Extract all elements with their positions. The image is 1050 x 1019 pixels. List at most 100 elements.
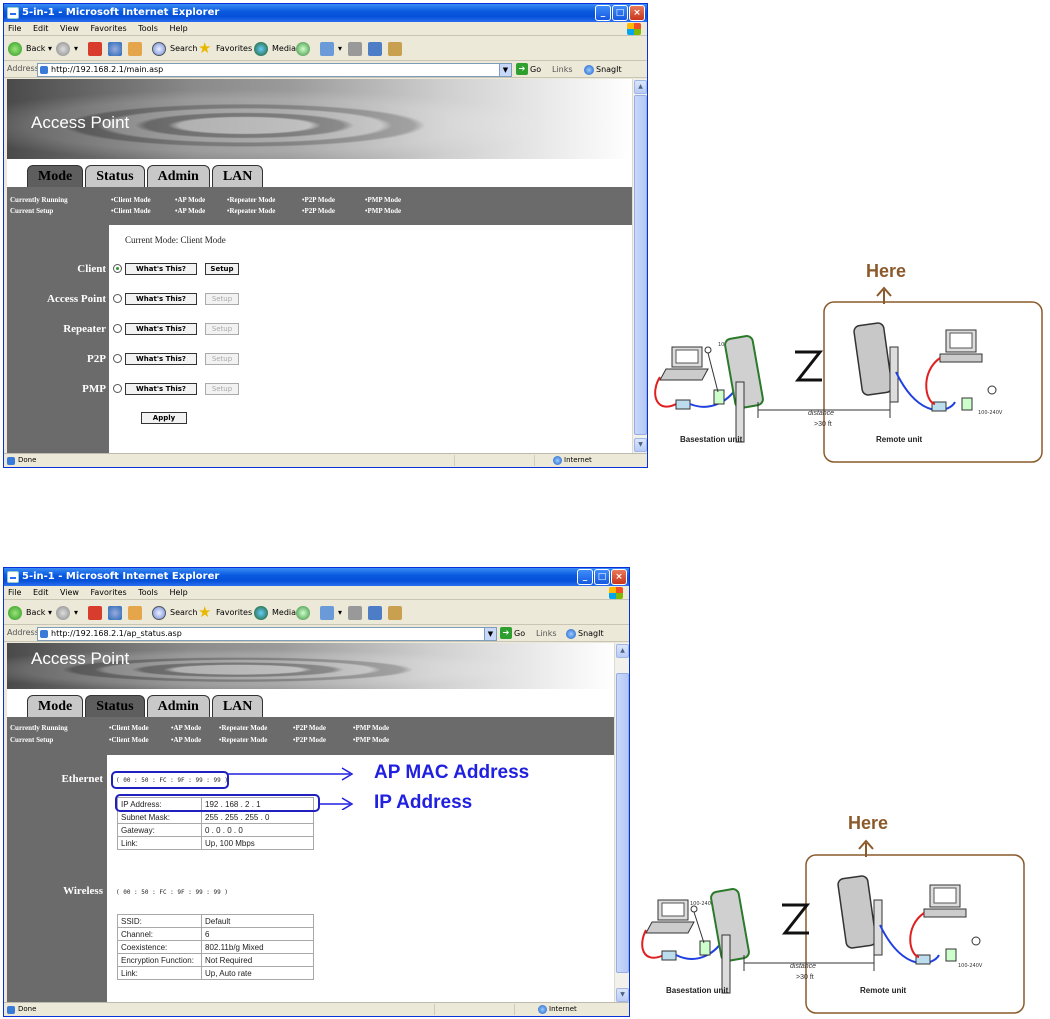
menu-file[interactable]: File <box>8 588 21 597</box>
radio-client[interactable] <box>113 264 122 273</box>
setup-ap-button[interactable]: Setup <box>205 293 239 305</box>
scroll-up-icon[interactable]: ▲ <box>616 644 629 658</box>
tab-mode[interactable]: Mode <box>27 695 84 717</box>
address-input[interactable]: http://192.168.2.1/ap_status.asp ▼ <box>37 627 497 641</box>
wireless-mac: ( 00 : 50 : FC : 9F : 99 : 99 ) <box>116 889 228 896</box>
snagit-button[interactable]: SnagIt <box>566 628 604 640</box>
mode-label-repeater: Repeater <box>63 323 106 335</box>
scroll-thumb[interactable] <box>616 673 629 973</box>
window-titlebar[interactable]: 5-in-1 - Microsoft Internet Explorer _ □… <box>4 4 647 22</box>
window-titlebar[interactable]: 5-in-1 - Microsoft Internet Explorer _ □… <box>4 568 629 586</box>
links-label[interactable]: Links <box>552 64 573 76</box>
setup-p2p-button[interactable]: Setup <box>205 353 239 365</box>
menu-favorites[interactable]: Favorites <box>91 588 127 597</box>
go-button[interactable]: Go <box>500 627 525 640</box>
messenger-button[interactable] <box>388 41 406 57</box>
menu-favorites[interactable]: Favorites <box>91 24 127 33</box>
refresh-button[interactable] <box>108 605 126 621</box>
close-icon[interactable]: × <box>611 569 627 585</box>
tab-mode[interactable]: Mode <box>27 165 84 187</box>
tab-lan[interactable]: LAN <box>211 695 264 717</box>
tab-status[interactable]: Status <box>85 695 145 717</box>
snagit-button[interactable]: SnagIt <box>584 64 622 76</box>
maximize-icon[interactable]: □ <box>594 569 610 585</box>
close-icon[interactable]: × <box>629 5 645 21</box>
minimize-icon[interactable]: _ <box>595 5 611 21</box>
radio-repeater[interactable] <box>113 324 122 333</box>
tab-lan[interactable]: LAN <box>211 165 264 187</box>
menu-help[interactable]: Help <box>169 588 187 597</box>
tab-admin[interactable]: Admin <box>146 165 210 187</box>
menu-edit[interactable]: Edit <box>33 588 49 597</box>
tab-admin[interactable]: Admin <box>146 695 210 717</box>
mode-label-pmp: PMP <box>82 383 106 395</box>
menu-view[interactable]: View <box>60 588 79 597</box>
menu-tools[interactable]: Tools <box>138 24 158 33</box>
scroll-down-icon[interactable]: ▼ <box>634 438 647 452</box>
print-button[interactable] <box>348 41 366 57</box>
running-ap: •AP Mode <box>171 724 202 732</box>
radio-p2p[interactable] <box>113 354 122 363</box>
setup-client-button[interactable]: Setup <box>205 263 239 275</box>
history-button[interactable] <box>296 41 314 57</box>
home-button[interactable] <box>128 41 146 57</box>
forward-button[interactable]: ▾ <box>56 605 78 621</box>
setup-repeater-button[interactable]: Setup <box>205 323 239 335</box>
banner-title: Access Point <box>31 113 130 132</box>
links-label[interactable]: Links <box>536 628 557 640</box>
apply-button[interactable]: Apply <box>141 412 187 424</box>
ie-icon <box>7 571 19 583</box>
setup-client: •Client Mode <box>109 736 149 744</box>
mode-label-p2p: P2P <box>87 353 106 365</box>
back-button[interactable]: Back ▾ <box>8 41 52 57</box>
stop-button[interactable] <box>88 605 106 621</box>
menu-edit[interactable]: Edit <box>33 24 49 33</box>
address-input[interactable]: http://192.168.2.1/main.asp ▼ <box>37 63 512 77</box>
favorites-button[interactable]: ★ Favorites <box>198 605 252 621</box>
radio-access-point[interactable] <box>113 294 122 303</box>
media-button[interactable]: Media <box>254 41 296 57</box>
whats-this-client-button[interactable]: What's This? <box>125 263 197 275</box>
menu-file[interactable]: File <box>8 24 21 33</box>
whats-this-repeater-button[interactable]: What's This? <box>125 323 197 335</box>
address-dropdown-icon[interactable]: ▼ <box>499 64 511 76</box>
forward-button[interactable]: ▾ <box>56 41 78 57</box>
whats-this-ap-button[interactable]: What's This? <box>125 293 197 305</box>
menu-view[interactable]: View <box>60 24 79 33</box>
vertical-scrollbar[interactable]: ▲ ▼ <box>614 643 629 1003</box>
whats-this-pmp-button[interactable]: What's This? <box>125 383 197 395</box>
search-button[interactable]: Search <box>152 605 197 621</box>
scroll-up-icon[interactable]: ▲ <box>634 80 647 94</box>
back-button[interactable]: Back ▾ <box>8 605 52 621</box>
menu-help[interactable]: Help <box>169 24 187 33</box>
stop-button[interactable] <box>88 41 106 57</box>
edit-button[interactable] <box>368 41 386 57</box>
menu-tools[interactable]: Tools <box>138 588 158 597</box>
banner: Access Point <box>7 643 614 689</box>
favorites-button[interactable]: ★ Favorites <box>198 41 252 57</box>
refresh-button[interactable] <box>108 41 126 57</box>
setup-p2p: •P2P Mode <box>293 736 326 744</box>
vertical-scrollbar[interactable]: ▲ ▼ <box>632 79 647 453</box>
go-button[interactable]: Go <box>516 63 541 76</box>
maximize-icon[interactable]: □ <box>612 5 628 21</box>
messenger-button[interactable] <box>388 605 406 621</box>
print-button[interactable] <box>348 605 366 621</box>
tab-status[interactable]: Status <box>85 165 145 187</box>
mail-button[interactable]: ▾ <box>320 41 342 57</box>
power-label-remote: 100-240V <box>978 410 1003 416</box>
search-button[interactable]: Search <box>152 41 197 57</box>
mail-button[interactable]: ▾ <box>320 605 342 621</box>
minimize-icon[interactable]: _ <box>577 569 593 585</box>
scroll-thumb[interactable] <box>634 95 647 435</box>
address-dropdown-icon[interactable]: ▼ <box>484 628 496 640</box>
history-button[interactable] <box>296 605 314 621</box>
setup-pmp-button[interactable]: Setup <box>205 383 239 395</box>
scroll-down-icon[interactable]: ▼ <box>616 988 629 1002</box>
whats-this-p2p-button[interactable]: What's This? <box>125 353 197 365</box>
banner-title: Access Point <box>31 649 130 668</box>
edit-button[interactable] <box>368 605 386 621</box>
radio-pmp[interactable] <box>113 384 122 393</box>
media-button[interactable]: Media <box>254 605 296 621</box>
home-button[interactable] <box>128 605 146 621</box>
